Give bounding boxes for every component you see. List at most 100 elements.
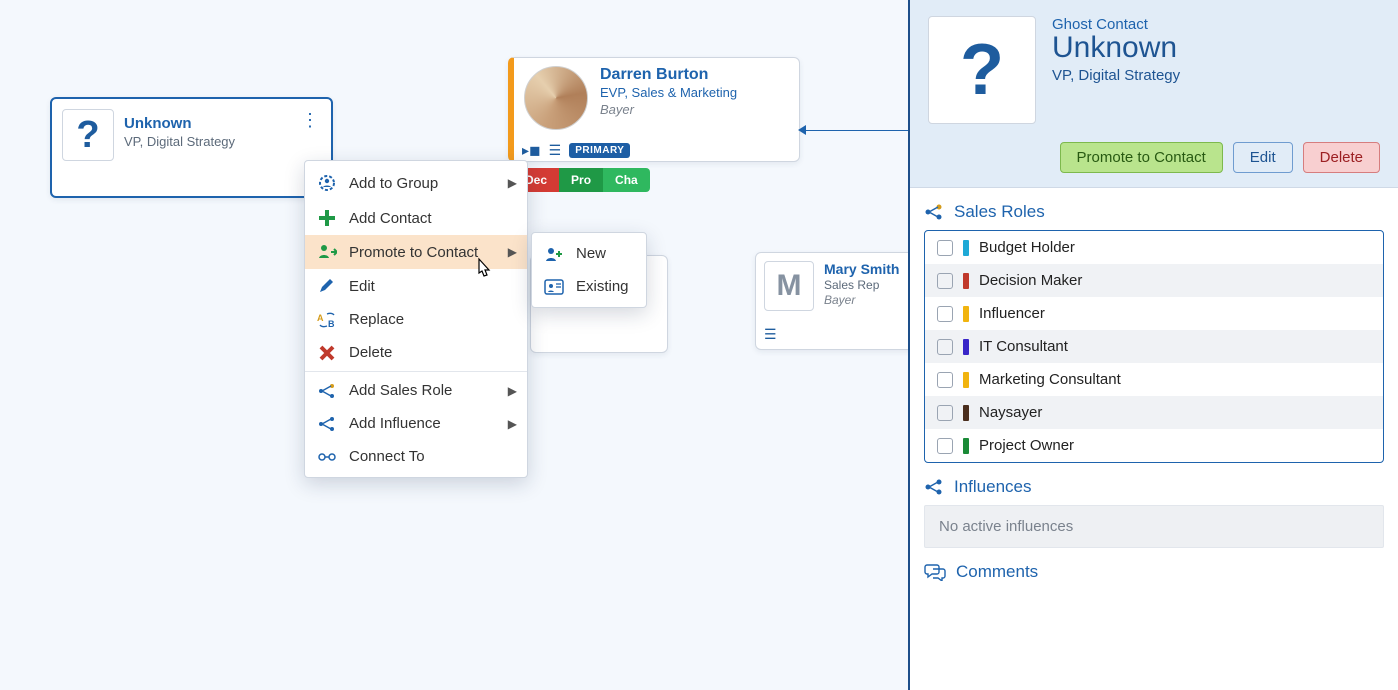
darren-company: Bayer bbox=[600, 102, 737, 117]
list-icon[interactable]: ☰ bbox=[764, 326, 777, 343]
mary-title: Sales Rep bbox=[824, 278, 899, 292]
chevron-right-icon: ▶ bbox=[508, 245, 517, 259]
chevron-right-icon: ▶ bbox=[508, 384, 517, 398]
primary-badge: PRIMARY bbox=[569, 143, 630, 158]
comments-icon bbox=[924, 563, 946, 581]
promote-submenu: New Existing bbox=[531, 232, 647, 308]
menu-add-sales-role[interactable]: Add Sales Role ▶ bbox=[305, 374, 527, 407]
svg-text:B: B bbox=[328, 319, 335, 328]
role-color-swatch bbox=[963, 240, 969, 256]
darren-name: Darren Burton bbox=[600, 66, 737, 84]
card-menu-button[interactable]: ⋮ bbox=[295, 109, 323, 131]
role-label: Naysayer bbox=[979, 404, 1042, 421]
org-canvas[interactable]: ? Unknown VP, Digital Strategy ⋮ Darren … bbox=[0, 0, 908, 690]
svg-text:A: A bbox=[317, 313, 324, 323]
role-checkbox[interactable] bbox=[937, 273, 953, 289]
avatar-photo bbox=[524, 66, 588, 130]
role-row[interactable]: Decision Maker bbox=[925, 264, 1383, 297]
section-title: Influences bbox=[954, 477, 1032, 497]
section-title: Sales Roles bbox=[954, 202, 1045, 222]
role-checkbox[interactable] bbox=[937, 372, 953, 388]
panel-title: VP, Digital Strategy bbox=[1052, 67, 1180, 84]
no-influences-text: No active influences bbox=[924, 505, 1384, 548]
menu-promote-to-contact[interactable]: Promote to Contact ▶ bbox=[305, 235, 527, 269]
role-color-swatch bbox=[963, 372, 969, 388]
avatar-initial: M bbox=[764, 261, 814, 311]
role-checkbox[interactable] bbox=[937, 306, 953, 322]
section-title: Comments bbox=[956, 562, 1038, 582]
panel-name: Unknown bbox=[1052, 31, 1180, 65]
delete-button[interactable]: Delete bbox=[1303, 142, 1380, 173]
mary-card[interactable]: M Mary Smith Sales Rep Bayer ☰ bbox=[755, 252, 933, 350]
role-label: Marketing Consultant bbox=[979, 371, 1121, 388]
share-icon bbox=[317, 416, 337, 432]
menu-add-contact[interactable]: Add Contact bbox=[305, 201, 527, 235]
menu-add-influence[interactable]: Add Influence ▶ bbox=[305, 407, 527, 440]
role-row[interactable]: Naysayer bbox=[925, 396, 1383, 429]
role-color-swatch bbox=[963, 438, 969, 454]
sales-roles-list: Budget Holder Decision Maker Influencer IT … bbox=[924, 230, 1384, 463]
role-color-swatch bbox=[963, 405, 969, 421]
menu-delete[interactable]: Delete bbox=[305, 336, 527, 369]
list-icon[interactable]: ☰ bbox=[549, 142, 562, 159]
nodes-icon bbox=[317, 383, 337, 399]
x-red-icon bbox=[317, 345, 337, 361]
menu-label: Replace bbox=[349, 311, 404, 328]
submenu-existing[interactable]: Existing bbox=[532, 270, 646, 303]
role-pro[interactable]: Pro bbox=[559, 168, 603, 192]
role-label: Budget Holder bbox=[979, 239, 1075, 256]
connect-icon bbox=[317, 449, 337, 465]
person-plus-icon bbox=[544, 246, 564, 262]
menu-connect-to[interactable]: Connect To bbox=[305, 440, 527, 473]
plus-green-icon bbox=[317, 209, 337, 227]
role-color-swatch bbox=[963, 273, 969, 289]
submenu-new[interactable]: New bbox=[532, 237, 646, 270]
menu-label: Edit bbox=[349, 278, 375, 295]
role-color-swatch bbox=[963, 306, 969, 322]
role-row[interactable]: IT Consultant bbox=[925, 330, 1383, 363]
tag-icon[interactable]: ▸◼ bbox=[522, 142, 541, 159]
influences-icon bbox=[924, 478, 944, 496]
group-dashed-icon bbox=[317, 173, 337, 193]
role-checkbox[interactable] bbox=[937, 438, 953, 454]
role-pill-bar: Dec Pro Cha bbox=[513, 168, 650, 192]
menu-label: Promote to Contact bbox=[349, 244, 478, 261]
role-row[interactable]: Budget Holder bbox=[925, 231, 1383, 264]
role-checkbox[interactable] bbox=[937, 339, 953, 355]
menu-edit[interactable]: Edit bbox=[305, 269, 527, 303]
role-row[interactable]: Influencer bbox=[925, 297, 1383, 330]
card-chip-row: ▸◼ ☰ PRIMARY bbox=[522, 142, 630, 159]
menu-label: Add Contact bbox=[349, 210, 432, 227]
role-color-swatch bbox=[963, 339, 969, 355]
ghost-title: VP, Digital Strategy bbox=[124, 134, 295, 149]
edit-button[interactable]: Edit bbox=[1233, 142, 1293, 173]
menu-label: Delete bbox=[349, 344, 392, 361]
ghost-contact-card[interactable]: ? Unknown VP, Digital Strategy ⋮ bbox=[50, 97, 333, 198]
arrow-head-icon bbox=[798, 125, 806, 135]
contact-card-icon bbox=[544, 279, 564, 295]
role-label: Decision Maker bbox=[979, 272, 1082, 289]
swap-ab-icon: AB bbox=[317, 312, 337, 328]
menu-label: Add to Group bbox=[349, 175, 438, 192]
role-row[interactable]: Project Owner bbox=[925, 429, 1383, 462]
question-icon: ? bbox=[62, 109, 114, 161]
menu-label: Add Sales Role bbox=[349, 382, 452, 399]
role-cha[interactable]: Cha bbox=[603, 168, 650, 192]
menu-label: Connect To bbox=[349, 448, 425, 465]
role-checkbox[interactable] bbox=[937, 240, 953, 256]
role-row[interactable]: Marketing Consultant bbox=[925, 363, 1383, 396]
influence-line bbox=[800, 130, 908, 131]
promote-button[interactable]: Promote to Contact bbox=[1060, 142, 1223, 173]
menu-replace[interactable]: AB Replace bbox=[305, 303, 527, 336]
mary-name: Mary Smith bbox=[824, 261, 899, 277]
role-checkbox[interactable] bbox=[937, 405, 953, 421]
menu-label: New bbox=[576, 245, 606, 262]
role-label: IT Consultant bbox=[979, 338, 1068, 355]
role-label: Project Owner bbox=[979, 437, 1074, 454]
person-arrow-icon bbox=[317, 243, 337, 261]
details-panel: ? Ghost Contact Unknown VP, Digital Stra… bbox=[908, 0, 1398, 690]
chevron-right-icon: ▶ bbox=[508, 176, 517, 190]
menu-add-to-group[interactable]: Add to Group ▶ bbox=[305, 165, 527, 201]
pencil-icon bbox=[317, 277, 337, 295]
menu-label: Existing bbox=[576, 278, 629, 295]
